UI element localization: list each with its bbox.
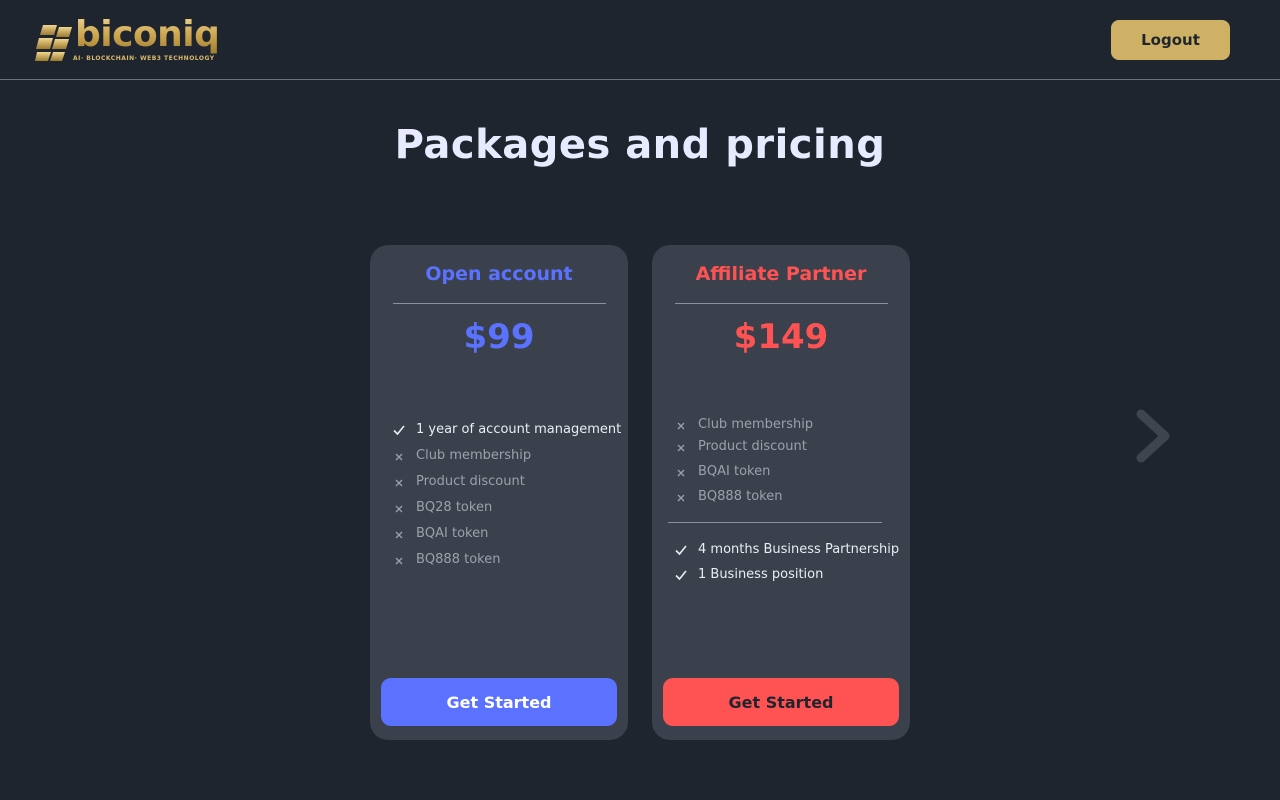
feature-item: Club membership — [392, 447, 621, 473]
feature-item: BQ888 token — [674, 488, 813, 514]
check-icon — [675, 570, 687, 581]
logout-button[interactable]: Logout — [1111, 20, 1230, 60]
cross-icon — [395, 557, 403, 565]
extras-list: 4 months Business Partnership 1 Business… — [674, 541, 899, 592]
divider — [668, 522, 882, 523]
feature-label: 1 year of account management — [416, 422, 622, 437]
logo-mark-icon — [35, 25, 72, 61]
check-icon — [393, 425, 405, 436]
get-started-button[interactable]: Get Started — [663, 678, 899, 726]
page-title: Packages and pricing — [394, 122, 886, 168]
package-price: $99 — [463, 317, 535, 357]
feature-label: Club membership — [416, 448, 532, 463]
divider — [675, 303, 888, 304]
package-name: Open account — [425, 263, 573, 285]
cross-icon — [395, 453, 403, 461]
feature-item: BQ888 token — [392, 551, 621, 577]
feature-label: Product discount — [416, 474, 525, 489]
feature-label: 1 Business position — [698, 567, 824, 582]
feature-item: BQ28 token — [392, 499, 621, 525]
feature-list: Club membership Product discount BQAI to… — [674, 416, 813, 514]
feature-item: Product discount — [674, 438, 813, 463]
cross-icon — [677, 469, 685, 477]
top-bar: biconiq AI· BLOCKCHAIN· WEB3 TECHNOLOGY … — [0, 0, 1280, 80]
chevron-right-icon[interactable] — [1133, 408, 1173, 464]
cross-icon — [395, 505, 403, 513]
feature-label: BQ28 token — [416, 500, 493, 515]
cross-icon — [677, 494, 685, 502]
cross-icon — [395, 479, 403, 487]
feature-label: Club membership — [698, 417, 814, 432]
cross-icon — [677, 444, 685, 452]
feature-label: 4 months Business Partnership — [698, 542, 900, 557]
feature-label: BQAI token — [416, 526, 489, 541]
feature-item: 1 year of account management — [392, 421, 621, 447]
package-price: $149 — [733, 317, 829, 357]
feature-label: BQAI token — [698, 464, 771, 479]
feature-list: 1 year of account management Club member… — [392, 421, 621, 577]
feature-item: Club membership — [674, 416, 813, 438]
cross-icon — [677, 422, 685, 430]
feature-item: 4 months Business Partnership — [674, 541, 899, 566]
brand-tagline: AI· BLOCKCHAIN· WEB3 TECHNOLOGY — [73, 55, 215, 62]
package-card-affiliate-partner: Affiliate Partner $149 Club membership P… — [652, 245, 910, 740]
check-icon — [675, 545, 687, 556]
biconiq-logo[interactable]: biconiq AI· BLOCKCHAIN· WEB3 TECHNOLOGY — [35, 14, 220, 64]
feature-label: BQ888 token — [416, 552, 501, 567]
feature-item: 1 Business position — [674, 566, 899, 592]
divider — [393, 303, 606, 304]
feature-item: Product discount — [392, 473, 621, 499]
feature-item: BQAI token — [674, 463, 813, 488]
feature-item: BQAI token — [392, 525, 621, 551]
package-name: Affiliate Partner — [695, 263, 867, 285]
cross-icon — [395, 531, 403, 539]
package-card-open-account: Open account $99 1 year of account manag… — [370, 245, 628, 740]
feature-label: Product discount — [698, 439, 807, 454]
feature-label: BQ888 token — [698, 489, 783, 504]
get-started-button[interactable]: Get Started — [381, 678, 617, 726]
brand-name: biconiq — [75, 14, 220, 55]
